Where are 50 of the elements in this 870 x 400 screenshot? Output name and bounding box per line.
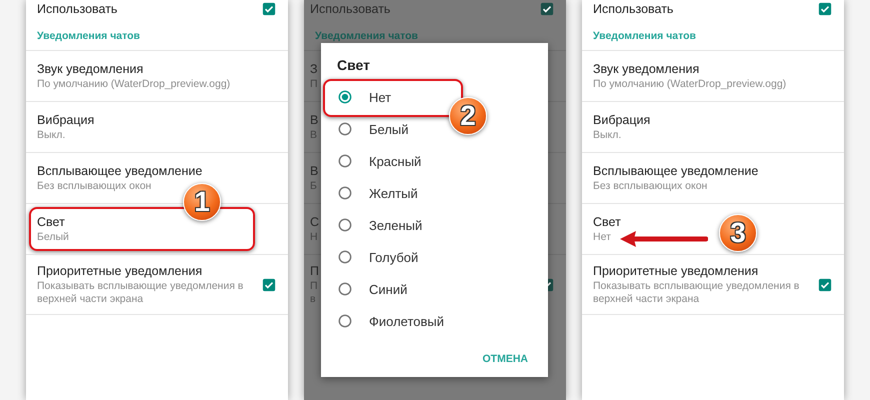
option-label[interactable]: Белый [369,122,409,136]
setting-title[interactable]: Приоритетные уведомления [593,263,758,279]
setting-value: Выкл. [37,129,66,142]
option-label[interactable]: Желтый [369,186,418,200]
setting-title[interactable]: Использовать [37,1,118,17]
radio-button[interactable] [338,90,352,104]
setting-title[interactable]: Свет [37,214,65,230]
option-label[interactable]: Фиолетовый [369,314,444,328]
setting-value: Без всплывающих окон [593,180,708,193]
option-label[interactable]: Нет [369,90,392,104]
radio-button[interactable] [338,154,352,168]
radio-button[interactable] [338,282,352,296]
setting-title[interactable]: Звук уведомления [37,61,144,77]
setting-value: Без всплывающих окон [37,180,152,193]
setting-value: По умолчанию (WaterDrop_preview.ogg) [37,78,230,91]
setting-title[interactable]: Всплывающее уведомление [37,163,202,179]
radio-button[interactable] [338,186,352,200]
radio-button[interactable] [338,250,352,264]
checkbox[interactable] [540,2,554,16]
setting-value: Нет [593,231,611,244]
section-header: Уведомления чатов [314,29,420,44]
setting-title[interactable]: Звук уведомления [593,61,700,77]
checkbox[interactable] [818,2,832,16]
setting-title[interactable]: Вибрация [37,112,94,128]
setting-value: Белый [37,231,69,244]
dialog-title: Свет [336,57,371,75]
setting-value: Показывать всплывающие уведомления в верхней части экрана [37,280,244,306]
setting-value: По умолчанию (WaterDrop_preview.ogg) [593,78,786,91]
setting-value: Показывать всплывающие уведомления в верхней части экрана [593,280,800,306]
setting-title[interactable]: Приоритетные уведомления [37,263,202,279]
step-badge: 2 [449,97,487,135]
option-label[interactable]: Красный [369,154,422,168]
option-label[interactable]: Голубой [369,250,418,264]
radio-button[interactable] [338,122,352,136]
section-header: Уведомления чатов [592,29,698,44]
setting-title[interactable]: Всплывающее уведомление [593,163,758,179]
section-header: Уведомления чатов [36,29,142,44]
step-badge: 1 [183,183,221,221]
setting-title[interactable]: Свет [593,214,621,230]
setting-title[interactable]: Использовать [593,1,674,17]
setting-value: Выкл. [593,129,622,142]
checkbox[interactable] [262,2,276,16]
option-label[interactable]: Зеленый [369,218,422,232]
checkbox[interactable] [262,278,276,292]
checkbox[interactable] [818,278,832,292]
option-label[interactable]: Синий [369,282,408,296]
step-badge: 3 [719,214,757,252]
radio-button[interactable] [338,314,352,328]
radio-button[interactable] [338,218,352,232]
setting-title[interactable]: Вибрация [593,112,650,128]
